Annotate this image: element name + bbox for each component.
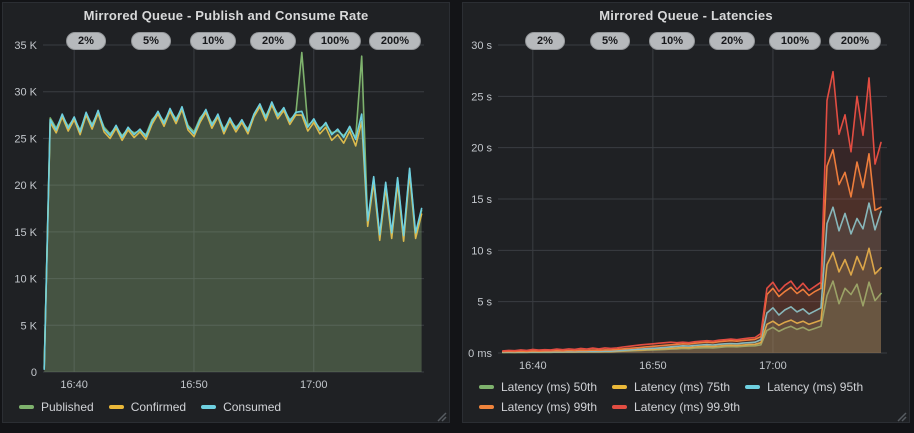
legend-label[interactable]: Latency (ms) 99th xyxy=(501,397,597,417)
legend-label[interactable]: Latency (ms) 75th xyxy=(634,377,730,397)
chart-legend: Published Confirmed Consumed xyxy=(19,397,296,417)
y-tick-label: 10 K xyxy=(14,274,37,286)
y-tick-label: 30 s xyxy=(471,40,492,52)
x-tick-label: 16:50 xyxy=(639,360,667,372)
y-tick-label: 15 s xyxy=(471,194,492,206)
latency-chart-canvas[interactable]: 0 ms 5 s 10 s 15 s 20 s 25 s 30 s 16:40 16:50 17:… xyxy=(463,3,911,424)
y-tick-label: 5 s xyxy=(477,297,492,309)
panel-latencies: Mirrored Queue - Latencies 0 ms 5 s 10 s 15… xyxy=(462,2,910,423)
legend-item-consumed[interactable]: Consumed xyxy=(201,397,281,417)
legend-label[interactable]: Latency (ms) 50th xyxy=(501,377,597,397)
dashboard: { "theme": { "page_bg": "#131417", "pane… xyxy=(0,0,914,433)
y-tick-label: 30 K xyxy=(14,87,37,99)
legend-item-latency-ms-99th[interactable]: Latency (ms) 99th xyxy=(479,397,597,417)
y-tick-label: 35 K xyxy=(14,40,37,52)
legend-swatch-icon[interactable] xyxy=(109,405,124,409)
annotation-pill-100[interactable]: 100% xyxy=(309,32,361,50)
panel-resize-handle[interactable] xyxy=(896,409,907,420)
legend-swatch-icon[interactable] xyxy=(612,385,627,389)
legend-swatch-icon[interactable] xyxy=(479,385,494,389)
legend-item-latency-ms-95th[interactable]: Latency (ms) 95th xyxy=(745,377,863,397)
panel-resize-handle[interactable] xyxy=(436,409,447,420)
legend-swatch-icon[interactable] xyxy=(201,405,216,409)
legend-item-latency-ms-99-9th[interactable]: Latency (ms) 99.9th xyxy=(612,397,740,417)
annotation-pill-200[interactable]: 200% xyxy=(369,32,421,50)
y-tick-label: 0 ms xyxy=(468,348,492,360)
y-tick-label: 5 K xyxy=(20,320,37,332)
annotation-pill-5[interactable]: 5% xyxy=(590,32,630,50)
x-tick-label: 17:00 xyxy=(759,360,787,372)
panel-title[interactable]: Mirrored Queue - Latencies xyxy=(463,8,909,23)
annotation-pill-100[interactable]: 100% xyxy=(769,32,821,50)
rate-chart-canvas[interactable]: 0 5 K 10 K 15 K 20 K 25 K 30 K 35 K 16:40 16:50 17… xyxy=(3,3,451,424)
y-tick-label: 25 K xyxy=(14,133,37,145)
annotation-pill-20[interactable]: 20% xyxy=(709,32,755,50)
legend-swatch-icon[interactable] xyxy=(19,405,34,409)
legend-label[interactable]: Latency (ms) 95th xyxy=(767,377,863,397)
x-tick-label: 16:40 xyxy=(60,379,88,391)
resize-grip-icon xyxy=(896,411,907,422)
panel-publish-consume-rate: Mirrored Queue - Publish and Consume Rat… xyxy=(2,2,450,423)
legend-item-published[interactable]: Published xyxy=(19,397,94,417)
annotation-pill-200[interactable]: 200% xyxy=(829,32,881,50)
annotation-pill-2[interactable]: 2% xyxy=(525,32,565,50)
x-tick-label: 16:50 xyxy=(180,379,208,391)
legend-swatch-icon[interactable] xyxy=(612,405,627,409)
annotation-pill-2[interactable]: 2% xyxy=(66,32,106,50)
annotation-pill-20[interactable]: 20% xyxy=(250,32,296,50)
y-tick-label: 10 s xyxy=(471,245,492,257)
annotation-pill-10[interactable]: 10% xyxy=(190,32,236,50)
y-tick-label: 20 s xyxy=(471,143,492,155)
y-tick-label: 0 xyxy=(31,367,37,379)
chart-legend: Latency (ms) 50thLatency (ms) 75thLatenc… xyxy=(479,377,903,417)
chart-plot-area[interactable] xyxy=(498,45,887,353)
legend-label[interactable]: Consumed xyxy=(223,397,281,417)
legend-label[interactable]: Latency (ms) 99.9th xyxy=(634,397,740,417)
legend-item-confirmed[interactable]: Confirmed xyxy=(109,397,186,417)
chart-plot-area[interactable] xyxy=(43,45,424,372)
legend-item-latency-ms-75th[interactable]: Latency (ms) 75th xyxy=(612,377,730,397)
panel-title[interactable]: Mirrored Queue - Publish and Consume Rat… xyxy=(3,8,449,23)
legend-item-latency-ms-50th[interactable]: Latency (ms) 50th xyxy=(479,377,597,397)
legend-label[interactable]: Published xyxy=(41,397,94,417)
x-tick-label: 17:00 xyxy=(300,379,328,391)
legend-swatch-icon[interactable] xyxy=(479,405,494,409)
y-tick-label: 25 s xyxy=(471,91,492,103)
resize-grip-icon xyxy=(436,411,447,422)
x-tick-label: 16:40 xyxy=(519,360,547,372)
y-tick-label: 20 K xyxy=(14,180,37,192)
legend-swatch-icon[interactable] xyxy=(745,385,760,389)
annotation-pill-5[interactable]: 5% xyxy=(131,32,171,50)
legend-label[interactable]: Confirmed xyxy=(131,397,186,417)
y-tick-label: 15 K xyxy=(14,227,37,239)
annotation-pill-10[interactable]: 10% xyxy=(649,32,695,50)
